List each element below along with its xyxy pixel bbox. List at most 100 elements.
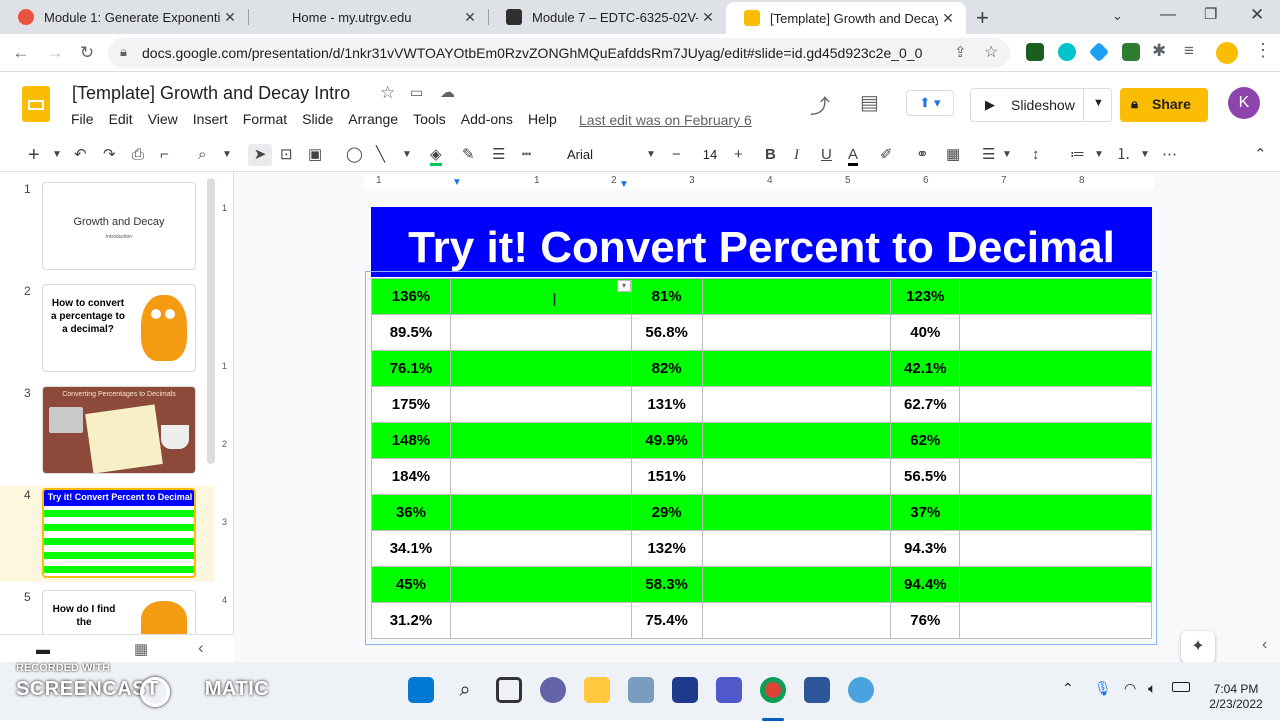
windows-start-icon[interactable] [408,677,434,703]
file-explorer-icon[interactable] [584,677,610,703]
italic-icon[interactable]: I [794,144,799,166]
line-icon[interactable]: ╲ [376,144,385,166]
menu-format[interactable]: Format [243,111,287,127]
image-icon[interactable]: ▣ [308,144,322,166]
forward-arrow-icon[interactable]: → [44,42,66,64]
collapse-toolbar-icon[interactable]: ⌃ [1254,144,1267,166]
menu-slide[interactable]: Slide [302,111,333,127]
slide-title[interactable]: Try it! Convert Percent to Decimal [371,223,1152,273]
font-size-input[interactable]: 14 [698,144,722,166]
border-weight-icon[interactable]: ☰ [492,144,505,166]
menu-arrange[interactable]: Arrange [348,111,398,127]
document-title[interactable]: [Template] Growth and Decay Intro [72,83,350,104]
text-box-icon[interactable]: ⊡ [280,144,293,166]
select-cursor-icon[interactable]: ➤ [248,144,272,166]
add-comment-icon[interactable]: ▦ [946,144,960,166]
collapse-panel-icon[interactable]: ‹ [198,638,204,658]
chat-icon[interactable] [540,677,566,703]
volume-icon[interactable]: 🔈︎ [1148,680,1156,697]
comments-icon[interactable]: ▤ [860,90,879,115]
chrome-icon[interactable] [760,677,786,703]
chevron-down-icon[interactable]: ▼ [1094,144,1104,166]
chevron-up-icon[interactable]: ⌃ [1062,680,1074,697]
browser-tab-module7[interactable]: Module 7 – EDTC-6325-02V-Spri ✕ [488,0,726,34]
share-button[interactable]: 🔒︎ Share [1120,88,1208,122]
border-color-icon[interactable]: ✎ [462,144,475,166]
redo-icon[interactable]: ↷ [103,144,116,166]
system-clock[interactable]: 7:04 PM 2/23/2022 [1196,682,1276,712]
menu-help[interactable]: Help [528,111,557,127]
new-tab-button[interactable]: + [976,5,989,31]
browser-tab-module1[interactable]: Module 1: Generate Exponential ✕ [0,0,248,34]
line-spacing-icon[interactable]: ↕ [1032,144,1040,166]
numbered-list-icon[interactable]: ⒈ [1116,144,1131,166]
border-dash-icon[interactable]: ┅ [522,144,531,166]
left-indent-marker-icon[interactable]: ▼ [452,177,462,188]
chevron-down-icon[interactable]: ▼ [222,144,232,166]
align-icon[interactable]: ☰ [982,144,995,166]
reload-icon[interactable]: ↻ [76,42,98,64]
teams-icon[interactable] [716,677,742,703]
chevron-down-icon[interactable]: ▼ [1093,97,1104,109]
close-tab-icon[interactable]: ✕ [220,9,240,26]
font-name[interactable]: Arial [567,144,593,166]
close-tab-icon[interactable]: ✕ [460,9,480,26]
underline-icon[interactable]: U [821,144,832,166]
share-page-icon[interactable]: ⇪ [954,43,967,61]
shape-icon[interactable]: ◯ [346,144,363,166]
control-panel-icon[interactable] [628,677,654,703]
chevron-down-icon[interactable]: ▼ [402,144,412,166]
menu-addons[interactable]: Add-ons [461,111,513,127]
side-panel-toggle-icon[interactable]: ‹ [1262,636,1267,654]
zoom-icon[interactable]: ⌕ [198,144,206,166]
extension-icon[interactable] [1026,43,1044,61]
text-color-icon[interactable]: A [848,144,859,166]
back-arrow-icon[interactable]: ← [10,42,32,64]
increase-font-icon[interactable]: + [734,144,743,166]
bulleted-list-icon[interactable]: ≔ [1070,144,1085,166]
present-to-meeting-icon[interactable]: ⬆ ▾ [906,90,954,116]
microphone-icon[interactable]: 🎙︎ [1094,680,1112,697]
slide-thumbnail-4[interactable]: Try it! Convert Percent to Decimal [42,488,196,578]
more-options-icon[interactable]: ⋯ [1162,144,1177,166]
restore-icon[interactable]: ❐ [1204,5,1217,23]
highlight-icon[interactable]: ✐ [880,144,893,166]
decrease-font-icon[interactable]: − [672,144,681,166]
reading-list-icon[interactable]: ≡ [1184,41,1194,61]
slideshow-button[interactable]: ▶ Slideshow ▼ [970,88,1112,122]
close-tab-icon[interactable]: ✕ [938,10,958,27]
avatar[interactable]: K [1228,87,1260,119]
chevron-down-icon[interactable]: ▼ [1002,144,1012,166]
last-edit-link[interactable]: Last edit was on February 6 [579,112,752,128]
star-icon[interactable]: ☆ [380,83,395,103]
move-folder-icon[interactable]: ▭ [410,84,423,101]
menu-edit[interactable]: Edit [109,111,133,127]
filmstrip-scrollbar[interactable] [207,178,215,464]
word-icon[interactable] [804,677,830,703]
grid-view-icon[interactable]: ▦ [134,640,148,658]
print-icon[interactable]: ⎙ [132,144,144,166]
filmstrip-view-icon[interactable]: ▬ [36,641,50,657]
canva-extension-icon[interactable] [1058,43,1076,61]
chevron-down-icon[interactable]: ▼ [1140,144,1150,166]
screencast-app-icon[interactable] [848,677,874,703]
task-view-icon[interactable] [496,677,522,703]
new-extension-icon[interactable] [1122,43,1140,61]
chevron-down-icon[interactable]: ▼ [646,144,656,166]
wifi-icon[interactable]: ◠ [1124,680,1136,697]
minimize-icon[interactable]: — [1160,6,1176,24]
close-tab-icon[interactable]: ✕ [698,9,718,26]
bookmark-star-icon[interactable]: ☆ [984,42,998,62]
activity-trend-icon[interactable]: ⤴ [810,90,830,119]
slide-thumbnail-1[interactable]: Growth and Decay Introduction [42,182,196,270]
bold-icon[interactable]: B [765,144,776,166]
menu-tools[interactable]: Tools [413,111,446,127]
fill-color-icon[interactable]: ◈ [430,144,442,166]
link-icon[interactable]: ⚭ [916,144,929,166]
undo-icon[interactable]: ↶ [74,144,87,166]
menu-file[interactable]: File [71,111,94,127]
battery-icon[interactable] [1172,682,1190,692]
address-bar[interactable]: 🔒︎ docs.google.com/presentation/d/1nkr31… [108,38,1010,68]
diamond-extension-icon[interactable] [1088,41,1110,63]
chevron-down-icon[interactable]: ▼ [52,144,62,166]
